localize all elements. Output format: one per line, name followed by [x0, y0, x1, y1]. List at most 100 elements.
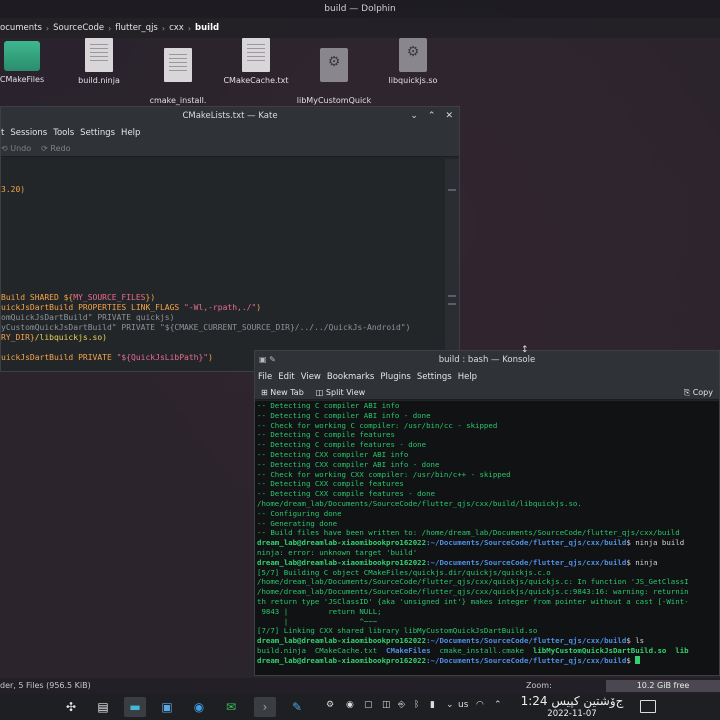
app-launcher-icon[interactable]: ✣ [60, 697, 82, 717]
code-editor[interactable]: 3.20) Build SHARED ${MY_SOURCE_FILES}) u… [1, 159, 445, 371]
clock[interactable]: 1:24 ﺝۆشتین كپیس 2022-11-07 [516, 694, 628, 719]
battery-icon[interactable]: ▮ [430, 700, 435, 710]
file-name: build.ninja [78, 76, 120, 85]
menu-settings[interactable]: Settings [80, 125, 115, 141]
menu-help[interactable]: Help [458, 369, 477, 385]
terminal-output[interactable]: -- Detecting C compiler ABI info -- Dete… [255, 401, 719, 675]
shared-library-icon [399, 38, 427, 72]
menu-sessions[interactable]: Sessions [10, 125, 47, 141]
store-task-icon[interactable]: ▣ [156, 697, 178, 717]
taskbar: ✣ ▤ ▬ ▣ ◉ ✉ › ✎ ⚙ ◉ ▢ ◫ ⎆ ᛒ ▮ ⌄ us ◠ ⌃ 1… [0, 694, 720, 720]
dolphin-task-icon[interactable]: ▬ [124, 697, 146, 717]
scrollbar-marker [448, 303, 456, 305]
file-view: CMakeFiles build.ninja cmake_install. cm… [0, 38, 720, 115]
editor-scrollbar[interactable] [445, 159, 459, 371]
code-line: 3.20) [1, 185, 26, 194]
clock-time: 1:24 ﺝۆشتین كپیس [520, 694, 624, 708]
file-item-build-ninja[interactable]: build.ninja [57, 38, 141, 86]
chevron-right-icon: › [108, 23, 112, 33]
file-item-cmakefiles[interactable]: CMakeFiles [0, 38, 64, 85]
menu-tools[interactable]: Tools [53, 125, 74, 141]
kate-title: CMakeLists.txt — Kate [182, 111, 278, 121]
folder-icon [4, 41, 40, 71]
redo-button[interactable]: ⟳ Redo [41, 141, 70, 156]
file-item-libquickjs[interactable]: libquickjs.so [371, 38, 455, 86]
konsole-task-icon[interactable]: › [254, 697, 276, 717]
prompt-command: $ ninja build [626, 538, 685, 548]
minimize-icon[interactable]: ⌄ [410, 107, 418, 125]
terminal-line: -- Detecting CXX compiler ABI info [257, 449, 409, 459]
code-line: Build SHARED ${MY_SOURCE_FILES}) [1, 293, 155, 303]
chevron-down-icon[interactable]: ⌄ [446, 700, 454, 710]
konsole-window: ▣ ✎ build : bash — Konsole File Edit Vie… [254, 350, 720, 676]
audio-tray-icon[interactable]: ◫ [382, 700, 391, 710]
split-view-icon: ◫ [315, 388, 326, 397]
code-token: "${QuickJsLibPath}" [116, 353, 209, 362]
resize-cursor-icon: ↕ [521, 345, 529, 355]
terminal-line: | ^~~~ [257, 616, 378, 626]
kate-task-icon[interactable]: ✎ [286, 697, 308, 717]
code-token: uickJsDartBuild PROPERTIES LINK_FLAGS [1, 303, 185, 312]
code-token: MY_SOURCE_FILES [73, 293, 146, 302]
window-switcher-icon[interactable]: ▤ [92, 697, 114, 717]
terminal-line: -- Configuring done [257, 508, 342, 518]
chevron-right-icon: › [187, 23, 192, 33]
free-space-indicator[interactable]: 10.2 GiB free [606, 680, 720, 692]
ls-entry: cmake_install.cmake [430, 645, 533, 655]
prompt-user: dream_lab@dreamlab-xiaomibookpro162022 [257, 636, 427, 646]
terminal-line: th return type 'JSClassID' {aka 'unsigne… [257, 596, 689, 606]
text-file-icon [164, 48, 192, 82]
menu-file[interactable]: File [258, 369, 272, 385]
menu-edit[interactable]: Edit [278, 369, 294, 385]
new-tab-button[interactable]: ⊞ New Tab [261, 385, 304, 399]
clipboard-tray-icon[interactable]: ▢ [364, 700, 373, 710]
terminal-line: -- Detecting C compiler ABI info [257, 401, 400, 410]
prompt-path: :~/Documents/SourceCode/flutter_qjs/cxx/… [426, 636, 627, 646]
menu-help[interactable]: Help [121, 125, 140, 141]
prompt-user: dream_lab@dreamlab-xiaomibookpro162022 [257, 655, 427, 665]
breadcrumb-cxx[interactable]: cxx [169, 23, 184, 33]
show-desktop-icon[interactable] [640, 700, 656, 713]
network-tray-icon[interactable]: ⎆ [398, 700, 405, 710]
maximize-icon[interactable]: ⌃ [428, 107, 436, 125]
prompt-command: $ [626, 655, 636, 665]
terminal-line: -- Detecting C compile features - done [257, 440, 427, 450]
menu-bookmarks[interactable]: Bookmarks [327, 369, 375, 385]
file-item-cmakecache[interactable]: CMakeCache.txt [214, 38, 298, 86]
terminal-prompt-line: dream_lab@dreamlab-xiaomibookpro162022:~… [257, 636, 719, 646]
menu-settings[interactable]: Settings [417, 369, 452, 385]
breadcrumb-sourcecode[interactable]: SourceCode [53, 23, 104, 33]
menu-view[interactable]: View [301, 369, 321, 385]
terminal-line: -- Detecting C compiler ABI info - done [257, 410, 431, 420]
breadcrumb-documents[interactable]: ocuments [0, 23, 42, 33]
code-line: yCustomQuickJsDartBuild" PRIVATE "${CMAK… [1, 323, 411, 332]
wifi-icon[interactable]: ◠ [476, 700, 484, 710]
konsole-menubar: File Edit View Bookmarks Plugins Setting… [255, 369, 719, 385]
konsole-titlebar: ▣ ✎ build : bash — Konsole [255, 351, 719, 369]
breadcrumb-build[interactable]: build [195, 23, 219, 33]
edge-browser-icon[interactable]: ◉ [188, 697, 210, 717]
terminal-line: -- Detecting CXX compiler ABI info - don… [257, 459, 440, 469]
terminal-line: [5/7] Building C object CMakeFiles/quick… [257, 567, 551, 577]
bluetooth-icon[interactable]: ᛒ [414, 700, 419, 710]
menu-edit[interactable]: t [1, 125, 4, 141]
dolphin-title: build — Dolphin [0, 0, 720, 18]
text-file-icon [242, 38, 270, 72]
wechat-icon[interactable]: ✉ [220, 697, 242, 717]
copy-button[interactable]: ⎘ Copy [684, 385, 713, 400]
settings-tray-icon[interactable]: ⚙ [326, 700, 334, 710]
menu-plugins[interactable]: Plugins [380, 369, 410, 385]
breadcrumb-flutter-qjs[interactable]: flutter_qjs [115, 23, 158, 33]
terminal-line: -- Generating done [257, 518, 338, 528]
undo-button[interactable]: ⟲ Undo [1, 141, 31, 156]
pin-icon[interactable]: ▣ ✎ [259, 351, 276, 369]
keyboard-layout[interactable]: us [458, 700, 468, 710]
terminal-line: -- Detecting CXX compile features [257, 479, 404, 489]
code-line: RY_DIR}/libquickjs.so) [1, 333, 107, 343]
media-tray-icon[interactable]: ◉ [346, 700, 354, 710]
chevron-up-icon[interactable]: ⌃ [494, 700, 502, 710]
terminal-line: /home/dream_lab/Documents/SourceCode/flu… [257, 577, 689, 587]
close-icon[interactable]: ✕ [445, 107, 453, 125]
split-view-button[interactable]: ◫ Split View [316, 385, 365, 399]
terminal-line: -- Detecting C compile features [257, 430, 395, 440]
